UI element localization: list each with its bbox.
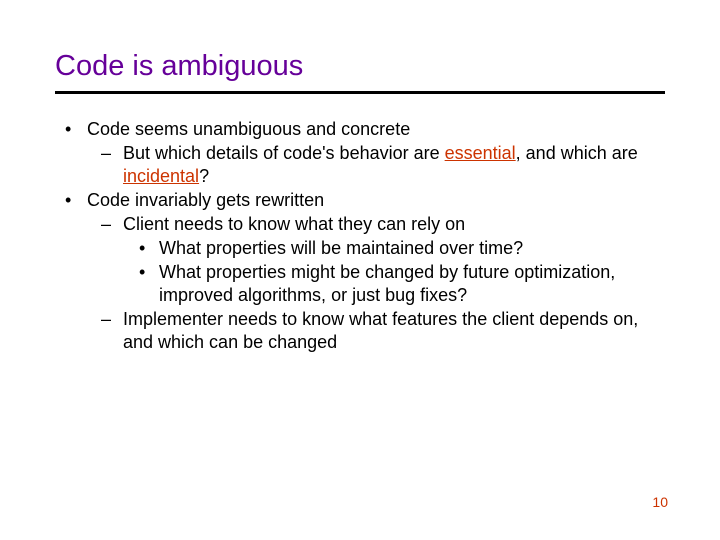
bullet-2a2: What properties might be changed by futu… <box>55 261 665 307</box>
bullet-1: Code seems unambiguous and concrete <box>55 118 665 141</box>
bullet-2a: Client needs to know what they can rely … <box>55 213 665 236</box>
bullet-2b: Implementer needs to know what features … <box>55 308 665 354</box>
slide-title: Code is ambiguous <box>55 50 665 91</box>
page-number: 10 <box>652 494 668 510</box>
text-run: , and which are <box>516 143 638 163</box>
highlight-essential: essential <box>445 143 516 163</box>
text-run: But which details of code's behavior are <box>123 143 445 163</box>
bullet-2a1: What properties will be maintained over … <box>55 237 665 260</box>
slide-body: Code seems unambiguous and concrete But … <box>55 118 665 354</box>
highlight-incidental: incidental <box>123 166 199 186</box>
slide: Code is ambiguous Code seems unambiguous… <box>0 0 720 540</box>
title-rule <box>55 91 665 94</box>
bullet-1a: But which details of code's behavior are… <box>55 142 665 188</box>
text-run: ? <box>199 166 209 186</box>
bullet-2: Code invariably gets rewritten <box>55 189 665 212</box>
